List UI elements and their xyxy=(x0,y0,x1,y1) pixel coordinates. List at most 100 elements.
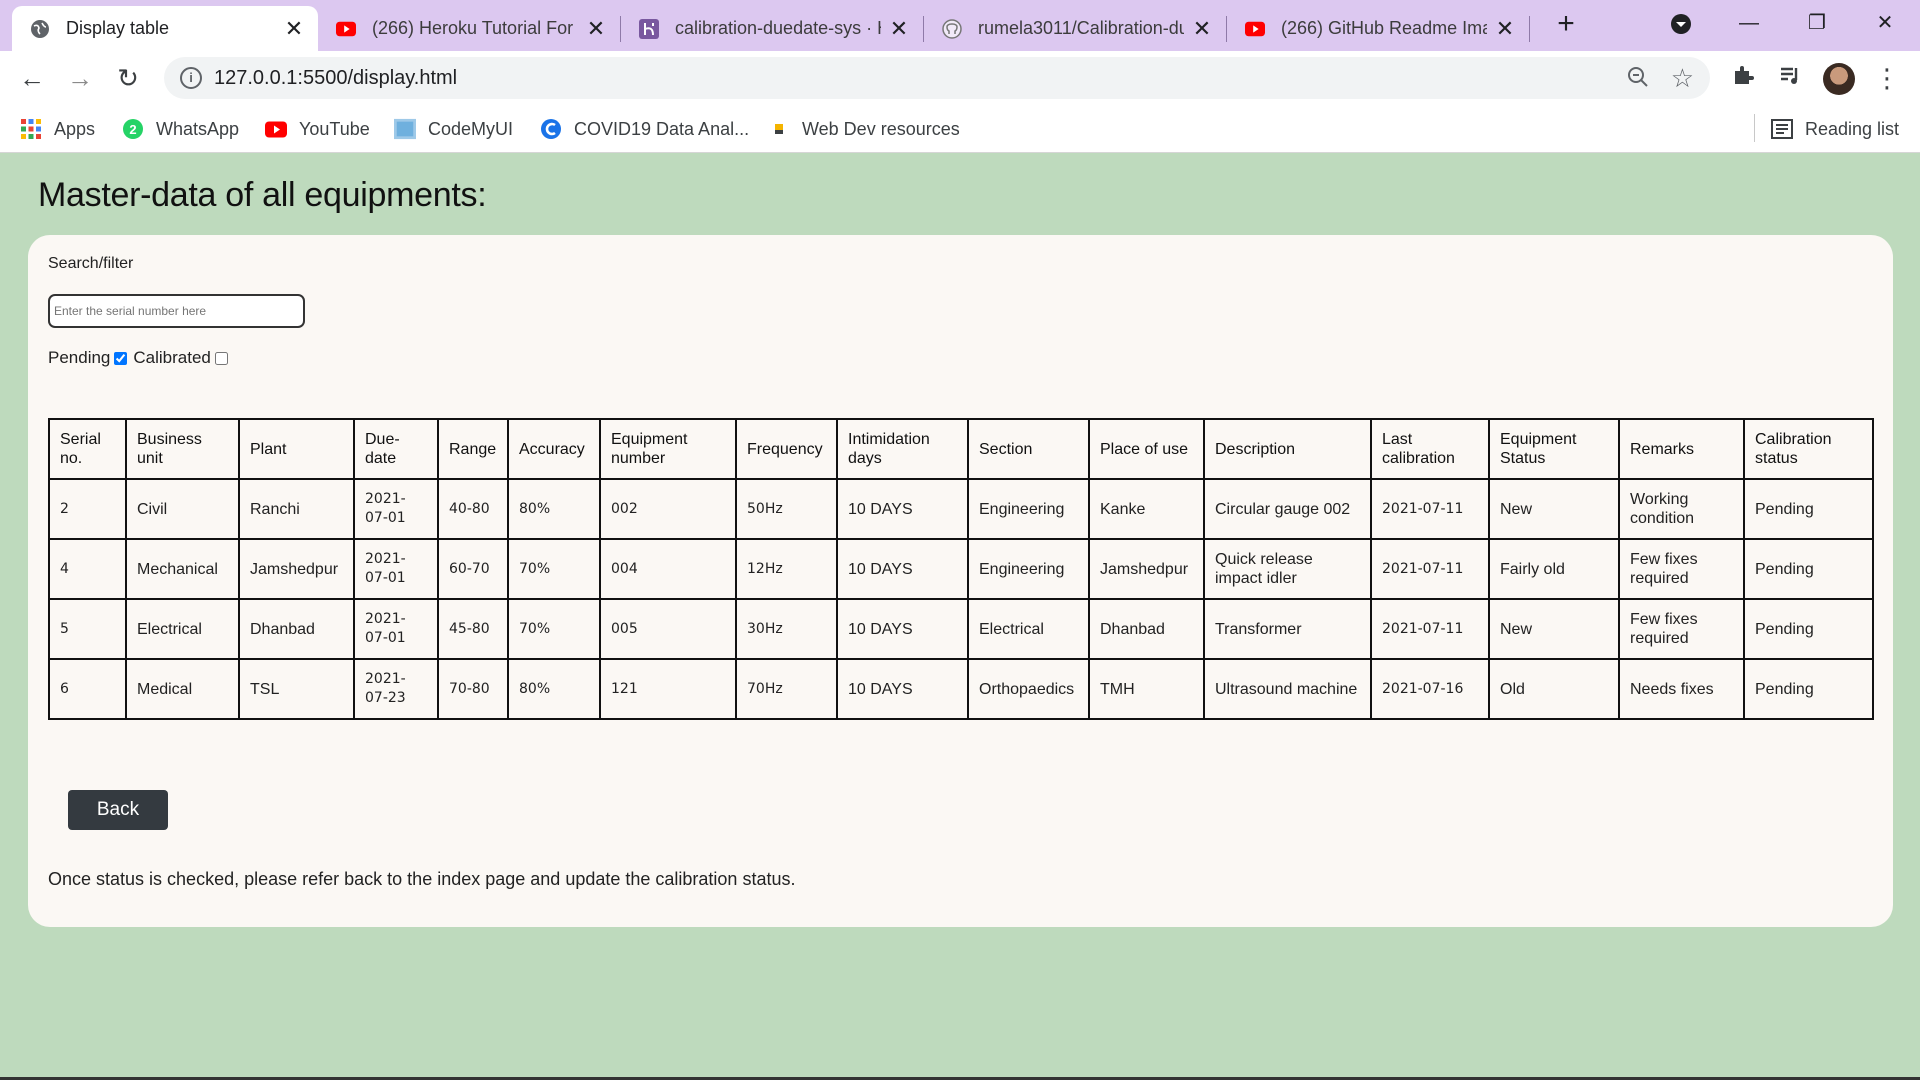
heroku-icon xyxy=(639,18,659,39)
whatsapp-icon: 2 xyxy=(122,118,144,140)
zoom-icon[interactable] xyxy=(1626,65,1650,95)
column-header: Due-date xyxy=(353,418,439,480)
reading-list[interactable]: Reading list xyxy=(1771,117,1899,141)
table-cell: 2021-07-11 xyxy=(1370,478,1490,540)
bookmark-covid19[interactable]: COVID19 Data Anal... xyxy=(540,117,749,141)
extensions-puzzle-icon[interactable] xyxy=(1728,63,1758,93)
reload-icon[interactable]: ↻ xyxy=(110,60,146,96)
bookmark-codemyui[interactable]: CodeMyUI xyxy=(394,117,513,141)
media-queue-icon[interactable] xyxy=(1775,63,1805,93)
pending-checkbox[interactable] xyxy=(114,351,128,365)
restore-icon[interactable]: ❐ xyxy=(1792,4,1842,42)
table-cell: Pending xyxy=(1743,538,1874,600)
youtube-icon xyxy=(265,118,287,140)
svg-text:2: 2 xyxy=(129,122,136,137)
table-cell: Few fixes required xyxy=(1618,538,1745,600)
tab-strip: Display table ✕ (266) Heroku Tutorial Fo… xyxy=(0,0,1920,51)
tab-title: Display table xyxy=(66,18,170,38)
column-header: Accuracy xyxy=(507,418,601,480)
table-cell: 005 xyxy=(599,598,737,660)
table-cell: 4 xyxy=(48,538,127,600)
table-cell: New xyxy=(1488,598,1620,660)
table-cell: 30Hz xyxy=(735,598,838,660)
tab-heroku-app[interactable]: calibration-duedate-sys · Heroku ✕ xyxy=(621,6,923,51)
table-cell: Pending xyxy=(1743,658,1874,720)
new-tab-plus-icon[interactable]: + xyxy=(1549,8,1583,42)
table-cell: Transformer xyxy=(1203,598,1372,660)
column-header: Section xyxy=(967,418,1090,480)
close-icon[interactable]: ✕ xyxy=(586,16,606,42)
address-bar[interactable]: i 127.0.0.1:5500/display.html ☆ xyxy=(164,57,1710,99)
table-cell: 80% xyxy=(507,658,601,720)
chrome-c-icon xyxy=(540,118,562,140)
column-header: Business unit xyxy=(125,418,240,480)
table-cell: Engineering xyxy=(967,538,1090,600)
table-cell: 2021-07-01 xyxy=(353,538,439,600)
table-cell: Dhanbad xyxy=(238,598,355,660)
minimize-icon[interactable]: — xyxy=(1724,4,1774,42)
bookmark-separator xyxy=(1754,114,1755,142)
back-arrow-icon[interactable]: ← xyxy=(14,60,50,96)
forward-arrow-icon[interactable]: → xyxy=(62,60,98,96)
table-cell: Pending xyxy=(1743,478,1874,540)
tab-heroku-tutorial[interactable]: (266) Heroku Tutorial For Beginners ✕ xyxy=(318,6,620,51)
instruction-note: Once status is checked, please refer bac… xyxy=(48,869,796,889)
site-info-icon[interactable]: i xyxy=(180,67,202,89)
bookmark-label: COVID19 Data Anal... xyxy=(574,118,750,139)
bookmark-label: WhatsApp xyxy=(156,118,240,139)
column-header: Intimidation days xyxy=(836,418,969,480)
close-window-icon[interactable]: ✕ xyxy=(1860,4,1910,42)
table-cell: 70-80 xyxy=(437,658,509,720)
table-cell: 121 xyxy=(599,658,737,720)
reading-list-icon xyxy=(1771,118,1793,140)
close-icon[interactable]: ✕ xyxy=(1192,16,1212,42)
table-cell: 12Hz xyxy=(735,538,838,600)
close-icon[interactable]: ✕ xyxy=(1495,16,1515,42)
menu-kebab-icon[interactable]: ⋮ xyxy=(1872,63,1902,93)
close-icon[interactable]: ✕ xyxy=(284,16,304,42)
column-header: Serial no. xyxy=(48,418,127,480)
bookmark-apps[interactable]: Apps xyxy=(20,117,95,141)
calibrated-checkbox[interactable] xyxy=(214,351,228,365)
table-cell: 6 xyxy=(48,658,127,720)
tab-github-repo[interactable]: rumela3011/Calibration-duedate ✕ xyxy=(924,6,1226,51)
table-cell: Ranchi xyxy=(238,478,355,540)
table-cell: 40-80 xyxy=(437,478,509,540)
table-cell: Electrical xyxy=(125,598,240,660)
pending-filter-label: Pending xyxy=(48,348,111,367)
table-cell: Jamshedpur xyxy=(238,538,355,600)
bookmark-web-dev[interactable]: Web Dev resources xyxy=(768,117,960,141)
bookmark-label: Apps xyxy=(54,118,96,139)
column-header: Frequency xyxy=(735,418,838,480)
table-cell: 2021-07-01 xyxy=(353,598,439,660)
table-cell: 004 xyxy=(599,538,737,600)
table-cell: Circular gauge 002 xyxy=(1203,478,1372,540)
table-cell: Few fixes required xyxy=(1618,598,1745,660)
table-cell: 70% xyxy=(507,538,601,600)
column-header: Range xyxy=(437,418,509,480)
bookmark-youtube[interactable]: YouTube xyxy=(265,117,370,141)
table-cell: 2021-07-16 xyxy=(1370,658,1490,720)
bookmark-whatsapp[interactable]: 2 WhatsApp xyxy=(122,117,239,141)
url-text: 127.0.0.1:5500/display.html xyxy=(214,67,458,89)
youtube-icon xyxy=(1245,19,1265,39)
bookmark-star-icon[interactable]: ☆ xyxy=(1671,63,1694,94)
table-cell: Old xyxy=(1488,658,1620,720)
column-header: Equipment number xyxy=(599,418,737,480)
table-cell: 002 xyxy=(599,478,737,540)
tab-display-table[interactable]: Display table ✕ xyxy=(12,6,318,51)
globe-icon xyxy=(30,19,50,39)
avatar[interactable] xyxy=(1823,63,1855,95)
search-input[interactable] xyxy=(48,294,305,328)
codemyui-icon xyxy=(394,118,416,140)
tab-search-icon[interactable] xyxy=(1656,4,1706,42)
table-cell: 10 DAYS xyxy=(836,658,969,720)
close-icon[interactable]: ✕ xyxy=(889,16,909,42)
back-button[interactable]: Back xyxy=(68,790,168,830)
table-cell: Dhanbad xyxy=(1088,598,1205,660)
table-cell: Fairly old xyxy=(1488,538,1620,600)
tab-github-readme[interactable]: (266) GitHub Readme Images ✕ xyxy=(1227,6,1529,51)
bookmark-label: CodeMyUI xyxy=(428,118,514,139)
table-cell: Ultrasound machine xyxy=(1203,658,1372,720)
table-cell: Jamshedpur xyxy=(1088,538,1205,600)
